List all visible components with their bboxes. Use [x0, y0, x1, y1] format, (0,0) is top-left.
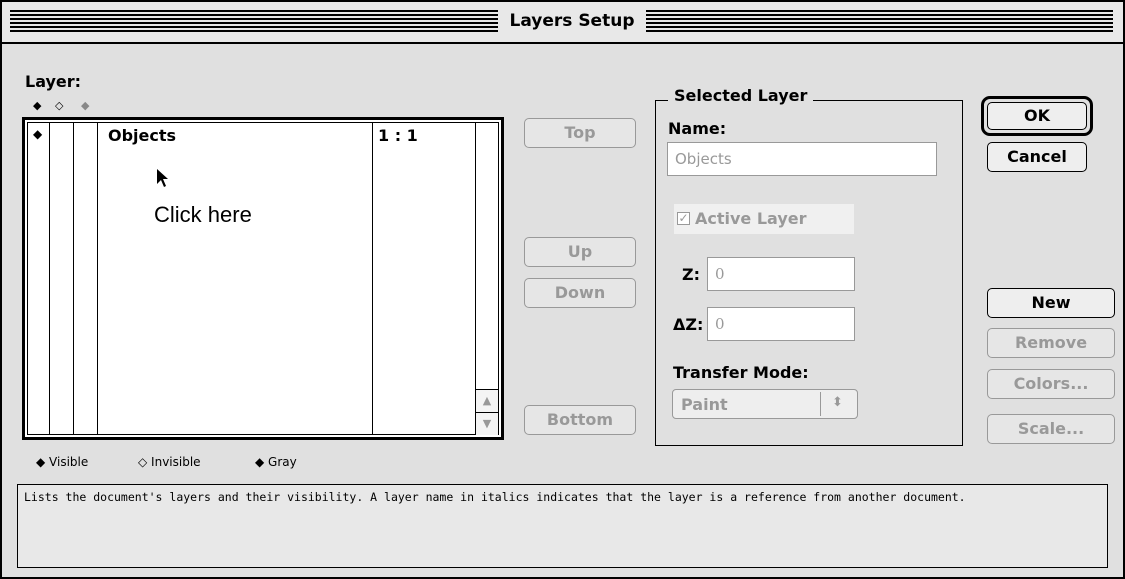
scroll-up-arrow-icon[interactable]: ▲ — [476, 389, 498, 412]
layer-visibility-icon[interactable]: ◆ — [33, 127, 42, 141]
remove-button[interactable]: Remove — [987, 328, 1115, 358]
legend-gray: ◆ Gray — [255, 455, 297, 469]
active-layer-label: Active Layer — [695, 209, 807, 228]
layer-name[interactable]: Objects — [108, 126, 176, 145]
invisible-column-icon: ◇ — [55, 99, 64, 112]
window-title: Layers Setup — [498, 7, 646, 35]
scale-button[interactable]: Scale... — [987, 414, 1115, 444]
layer-row[interactable]: ◆ Objects 1 : 1 — [28, 123, 478, 147]
new-button[interactable]: New — [987, 288, 1115, 318]
layers-setup-dialog: Layers Setup Layer: ◆ ◇ ◆ ◆ Objects 1 : … — [0, 0, 1125, 579]
colors-button[interactable]: Colors... — [987, 369, 1115, 399]
selected-layer-title: Selected Layer — [668, 86, 814, 105]
title-bar[interactable]: Layers Setup — [2, 2, 1123, 44]
checkmark-icon[interactable]: ✓ — [677, 212, 690, 225]
top-button[interactable]: Top — [524, 118, 636, 148]
gray-column-icon: ◆ — [81, 99, 90, 112]
layer-label: Layer: — [25, 72, 82, 91]
bottom-button[interactable]: Bottom — [524, 405, 636, 435]
mouse-pointer-icon — [157, 169, 168, 187]
help-text: Lists the document's layers and their vi… — [24, 490, 966, 504]
name-field[interactable]: Objects — [667, 142, 937, 176]
layer-scale: 1 : 1 — [378, 126, 418, 145]
z-label: Z: — [682, 265, 700, 284]
title-stripes-right — [646, 10, 1113, 32]
cancel-button[interactable]: Cancel — [987, 142, 1087, 172]
delta-z-label: ΔZ: — [673, 315, 704, 334]
visible-column-icon: ◆ — [33, 99, 42, 112]
up-button[interactable]: Up — [524, 237, 636, 267]
updown-arrows-icon: ⬍ — [832, 395, 843, 410]
legend-invisible: ◇ Invisible — [138, 455, 201, 469]
delta-z-field[interactable]: 0 — [707, 307, 855, 341]
ok-button[interactable]: OK — [981, 96, 1093, 136]
name-label: Name: — [668, 119, 727, 138]
z-field[interactable]: 0 — [707, 257, 855, 291]
down-button[interactable]: Down — [524, 278, 636, 308]
transfer-mode-value: Paint — [681, 395, 728, 414]
layer-list[interactable]: ◆ Objects 1 : 1 ▲ ▼ — [22, 117, 504, 440]
layer-list-scrollbar[interactable]: ▲ ▼ — [475, 123, 498, 435]
legend-visible: ◆ Visible — [36, 455, 89, 469]
click-here-annotation: Click here — [154, 202, 252, 227]
scroll-down-arrow-icon[interactable]: ▼ — [476, 412, 498, 435]
active-layer-checkbox[interactable]: ✓ Active Layer — [674, 204, 854, 234]
transfer-mode-select[interactable]: Paint ⬍ — [672, 389, 858, 419]
transfer-mode-label: Transfer Mode: — [673, 363, 809, 382]
title-stripes-left — [10, 10, 498, 32]
help-text-box: Lists the document's layers and their vi… — [17, 484, 1108, 568]
